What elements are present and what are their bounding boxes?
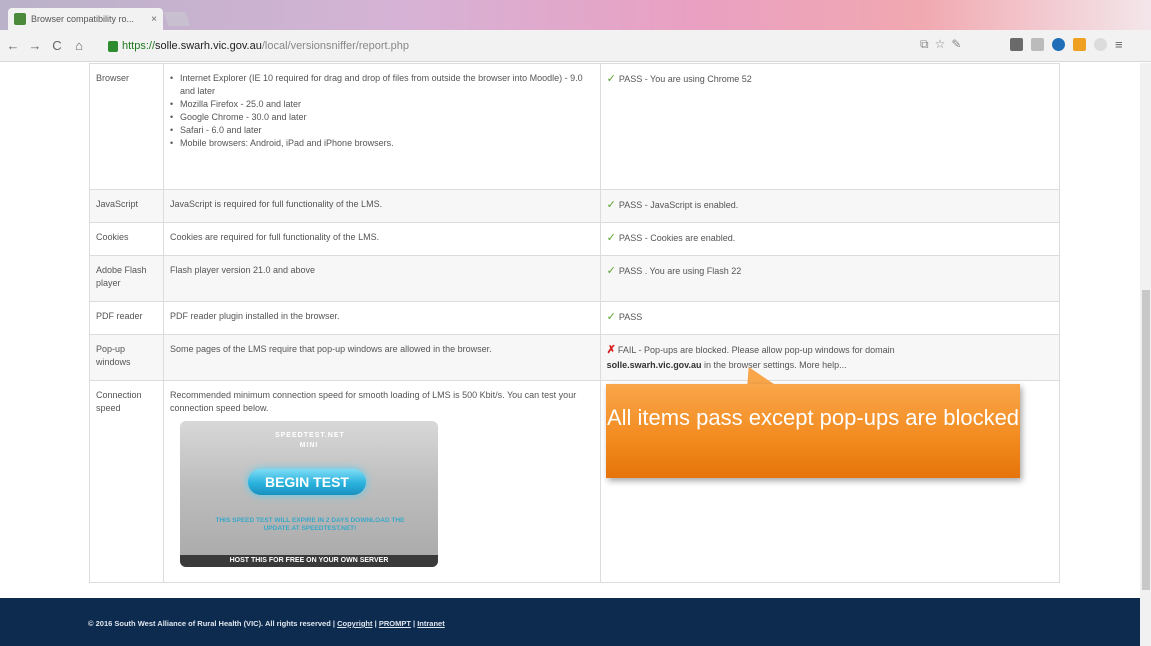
extension-icon[interactable] [1052, 38, 1065, 51]
url-path: /local/versionsniffer/report.php [261, 40, 409, 52]
status-text: PASS . You are using Flash 22 [618, 265, 742, 276]
bookmark-star-icon[interactable]: ☆ [935, 37, 946, 52]
status-text: PASS [618, 311, 643, 322]
row-label: Browser [89, 63, 164, 190]
check-icon: ✓ [606, 73, 616, 85]
address-bar[interactable]: https:// solle.swarh.vic.gov.au /local/v… [108, 36, 988, 56]
forward-icon[interactable]: → [26, 38, 44, 53]
connection-requirement-text: Recommended minimum connection speed for… [169, 389, 577, 413]
row-status: ✓ PASS . You are using Flash 22 [599, 254, 1061, 302]
speedtest-host-link[interactable]: HOST THIS FOR FREE ON YOUR OWN SERVER [179, 554, 438, 567]
scrollbar-thumb[interactable] [1142, 290, 1150, 590]
extensions-area: ≡ [1010, 38, 1123, 51]
table-row: JavaScript JavaScript is required for fu… [89, 189, 1061, 223]
compatibility-table: Browser Internet Explorer (IE 10 require… [89, 63, 1061, 583]
home-icon[interactable]: ⌂ [70, 38, 88, 53]
speedtest-widget: SPEEDTEST.NET MINI BEGIN TEST THIS SPEED… [179, 420, 438, 567]
browser-toolbar: ← → C ⌂ https:// solle.swarh.vic.gov.au … [0, 30, 1151, 62]
page-footer: © 2016 South West Alliance of Rural Heal… [0, 598, 1140, 646]
status-text: FAIL - Pop-ups are blocked. Please allow… [617, 344, 895, 355]
menu-icon[interactable]: ≡ [1115, 38, 1123, 51]
row-status: ✓ PASS - You are using Chrome 52 [599, 63, 1061, 190]
lock-icon [108, 40, 118, 52]
table-row: Pop-up windows Some pages of the LMS req… [89, 333, 1061, 381]
row-label: Adobe Flash player [89, 254, 164, 302]
more-help-link[interactable]: More help... [799, 360, 847, 370]
footer-copyright: © 2016 South West Alliance of Rural Heal… [88, 619, 335, 628]
table-row: Browser Internet Explorer (IE 10 require… [89, 63, 1061, 190]
begin-test-button[interactable]: BEGIN TEST [247, 468, 366, 495]
close-tab-icon[interactable]: × [151, 14, 157, 25]
speedtest-logo: SPEEDTEST.NET MINI [274, 431, 345, 450]
list-item: Google Chrome - 30.0 and later [170, 111, 594, 124]
url-host: solle.swarh.vic.gov.au [155, 40, 262, 52]
status-text: PASS - You are using Chrome 52 [618, 74, 752, 84]
new-tab-button[interactable] [163, 12, 191, 26]
row-requirement: Flash player version 21.0 and above [162, 254, 601, 302]
annotation-callout: All items pass except pop-ups are blocke… [606, 384, 1020, 478]
row-status: ✗ FAIL - Pop-ups are blocked. Please allo… [599, 333, 1061, 381]
fail-x-icon: ✗ [606, 343, 616, 356]
check-icon: ✓ [606, 231, 616, 244]
row-label: Connection speed [89, 379, 164, 583]
check-icon: ✓ [606, 199, 616, 211]
status-text: PASS - JavaScript is enabled. [618, 200, 739, 210]
url-scheme: https:// [122, 40, 156, 52]
list-item: Mozilla Firefox - 25.0 and later [170, 98, 594, 111]
row-status: ✓ PASS - Cookies are enabled. [599, 221, 1061, 256]
row-requirement: PDF reader plugin installed in the brows… [162, 300, 601, 335]
list-item: Mobile browsers: Android, iPad and iPhon… [170, 137, 594, 150]
extension-icon[interactable] [1073, 38, 1086, 51]
speedtest-note[interactable]: THIS SPEED TEST WILL EXPIRE IN 2 DAYS DO… [210, 517, 410, 533]
pen-icon[interactable]: ✎ [951, 37, 961, 52]
table-row: Cookies Cookies are required for full fu… [89, 221, 1061, 256]
table-row: Adobe Flash player Flash player version … [89, 254, 1061, 302]
extension-icon[interactable] [1010, 38, 1023, 51]
footer-separator: | [374, 619, 377, 628]
extension-icon[interactable] [1031, 38, 1044, 51]
tab-strip: Browser compatibility ro... × [0, 0, 1151, 30]
footer-link-intranet[interactable]: Intranet [417, 619, 445, 628]
site-favicon-icon [14, 13, 26, 25]
row-requirement: Cookies are required for full functional… [162, 221, 601, 256]
reload-icon[interactable]: C [48, 38, 66, 53]
status-domain: solle.swarh.vic.gov.au [606, 359, 702, 370]
footer-link-copyright[interactable]: Copyright [337, 619, 372, 628]
row-label: PDF reader [89, 300, 164, 335]
translate-icon[interactable]: ⧉ [920, 37, 929, 52]
table-row: PDF reader PDF reader plugin installed i… [89, 300, 1061, 335]
omnibox-actions: ⧉ ☆ ✎ [920, 37, 961, 52]
row-requirement: Recommended minimum connection speed for… [162, 379, 601, 583]
row-requirement: JavaScript is required for full function… [162, 189, 601, 223]
row-status: ✓ PASS [599, 300, 1061, 335]
footer-separator: | [413, 619, 416, 628]
check-icon: ✓ [606, 310, 616, 323]
row-label: Cookies [89, 221, 164, 256]
tab-title: Browser compatibility ro... [31, 14, 135, 24]
row-requirement: Internet Explorer (IE 10 required for dr… [162, 63, 601, 190]
page-content: Browser Internet Explorer (IE 10 require… [0, 63, 1140, 646]
row-requirement: Some pages of the LMS require that pop-u… [162, 333, 601, 381]
extension-icon[interactable] [1094, 38, 1107, 51]
row-label: Pop-up windows [89, 333, 164, 381]
check-icon: ✓ [606, 264, 616, 277]
back-icon[interactable]: ← [4, 38, 22, 53]
list-item: Safari - 6.0 and later [170, 124, 594, 137]
footer-link-prompt[interactable]: PROMPT [379, 619, 411, 628]
list-item: Internet Explorer (IE 10 required for dr… [170, 72, 594, 98]
browser-tab[interactable]: Browser compatibility ro... × [8, 8, 163, 30]
row-status: ✓ PASS - JavaScript is enabled. [599, 189, 1061, 223]
row-label: JavaScript [89, 189, 164, 223]
browser-list: Internet Explorer (IE 10 required for dr… [170, 72, 594, 150]
status-text: PASS - Cookies are enabled. [618, 232, 736, 243]
